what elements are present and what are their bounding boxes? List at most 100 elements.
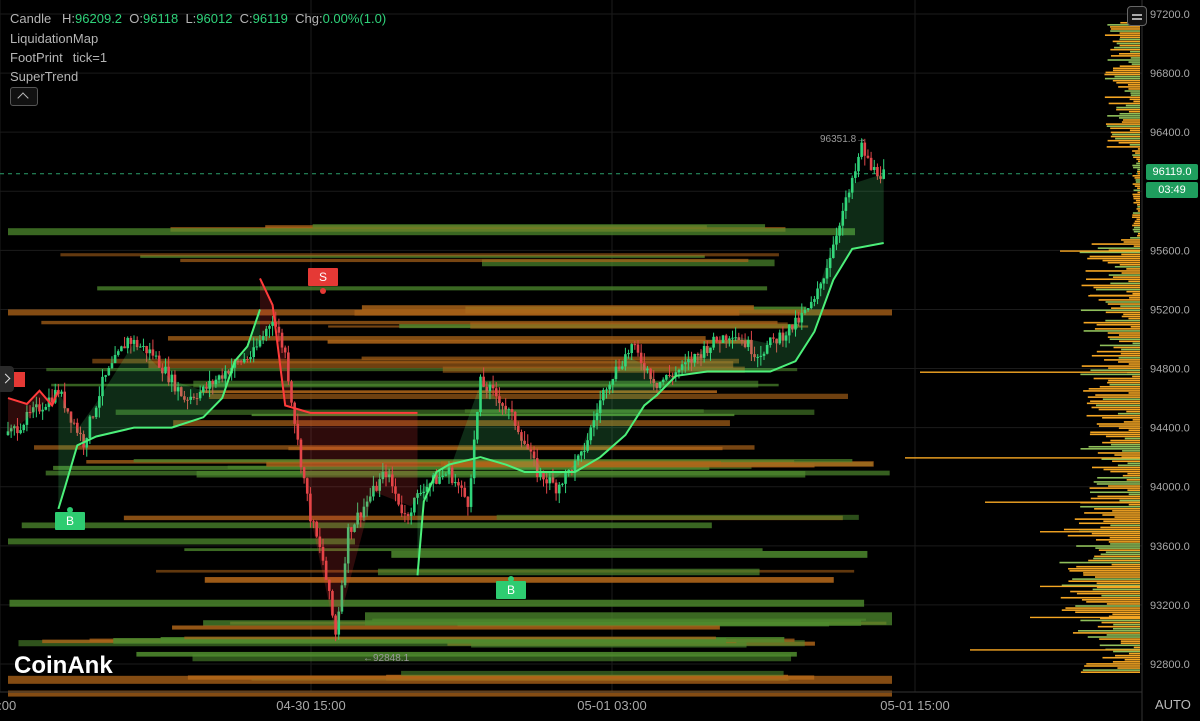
axis-settings-button[interactable] <box>1127 6 1147 26</box>
profile-bar <box>1114 516 1140 518</box>
profile-bar <box>1110 470 1140 473</box>
profile-bar <box>1123 241 1140 243</box>
profile-bar <box>1105 311 1140 314</box>
profile-bar <box>1097 452 1140 454</box>
liquidation-band <box>9 599 865 607</box>
profile-bar <box>1108 274 1140 276</box>
profile-bar <box>1119 263 1140 266</box>
profile-bar <box>1105 123 1140 125</box>
liquidation-band <box>391 550 868 558</box>
footprint-tick: tick=1 <box>72 50 108 65</box>
profile-bar <box>1095 404 1140 407</box>
profile-bar <box>1101 458 1140 460</box>
indicator-footprint[interactable]: FootPrint tick=1 <box>10 50 107 65</box>
profile-bar <box>1097 495 1140 498</box>
profile-bar <box>1121 315 1140 318</box>
profile-bar <box>1068 567 1140 570</box>
profile-bar <box>1086 601 1140 603</box>
legend-low-label: L: <box>185 11 197 26</box>
profile-bar <box>1119 32 1140 34</box>
candle-body <box>139 346 142 348</box>
profile-bar <box>1090 400 1140 403</box>
liquidation-band <box>377 568 760 576</box>
profile-bar <box>1110 131 1140 134</box>
price-tick-label: 93200.0 <box>1150 600 1190 612</box>
sell-signal-label: S <box>319 270 327 284</box>
profile-bar <box>1111 563 1140 566</box>
liquidation-band <box>361 305 754 311</box>
profile-bar <box>1080 373 1140 376</box>
profile-bar <box>1087 257 1140 260</box>
low-annotation: ←92848.1 <box>363 653 410 664</box>
profile-bar <box>1108 541 1140 543</box>
profile-bar <box>1102 441 1140 444</box>
candle-body <box>460 485 463 488</box>
profile-bar <box>1113 623 1140 626</box>
profile-bar <box>1121 121 1140 123</box>
profile-bar <box>1113 346 1140 349</box>
profile-bar <box>1132 193 1140 196</box>
price-tick-label: 94000.0 <box>1150 482 1190 494</box>
candle-body <box>113 354 117 364</box>
profile-bar <box>1093 481 1140 483</box>
profile-bar <box>1132 342 1140 345</box>
profile-bar <box>1133 222 1140 225</box>
indicator-liquidation-map[interactable]: LiquidationMap <box>10 31 98 46</box>
profile-bar <box>1137 232 1140 235</box>
profile-bar <box>1113 627 1140 630</box>
profile-bar <box>1075 611 1140 614</box>
profile-bar <box>1137 172 1140 175</box>
profile-bar <box>1105 319 1140 322</box>
candle-body <box>104 375 107 377</box>
profile-bar <box>1110 443 1140 446</box>
profile-bar <box>1093 377 1140 380</box>
profile-bar <box>1129 297 1140 299</box>
profile-bar <box>1128 493 1140 496</box>
liquidation-band <box>97 286 768 291</box>
profile-bar <box>1133 189 1140 192</box>
price-chart[interactable]: BSB 97200.096800.096400.096000.095600.09… <box>0 0 1200 721</box>
profile-bar <box>1104 96 1140 99</box>
profile-bar <box>1128 280 1140 283</box>
liquidation-band <box>401 670 784 677</box>
profile-bar <box>1119 340 1140 343</box>
candle-body <box>126 337 129 349</box>
profile-bar <box>1128 61 1140 63</box>
profile-bar <box>1136 203 1140 206</box>
profile-bar <box>1132 224 1140 227</box>
liquidation-band <box>8 690 892 697</box>
profile-bar <box>1132 154 1140 156</box>
profile-bar <box>1117 412 1140 415</box>
volume-profile <box>905 21 1140 673</box>
profile-bar <box>1122 474 1140 477</box>
profile-bar <box>1110 26 1140 28</box>
indicator-supertrend[interactable]: SuperTrend <box>10 69 78 84</box>
profile-bar <box>1088 559 1140 562</box>
candle-body <box>491 384 495 389</box>
profile-bar <box>1060 250 1140 252</box>
profile-bar <box>1137 210 1140 212</box>
profile-bar <box>1076 592 1140 595</box>
candle-body <box>154 355 158 357</box>
profile-bar <box>1110 282 1140 285</box>
scroll-left-button[interactable] <box>0 366 14 392</box>
profile-bar <box>1107 336 1140 338</box>
profile-bar <box>1114 46 1140 49</box>
profile-bar <box>1108 367 1140 369</box>
profile-bar <box>1096 423 1140 425</box>
profile-bar <box>1135 199 1140 202</box>
profile-bar <box>1095 394 1140 396</box>
profile-bar <box>1127 462 1140 465</box>
candle-body <box>148 349 152 354</box>
profile-bar <box>1107 139 1140 142</box>
profile-bar <box>1115 654 1140 657</box>
profile-bar <box>1090 369 1140 372</box>
profile-bar <box>1127 84 1140 86</box>
profile-bar <box>1137 160 1140 163</box>
auto-scale-button[interactable]: AUTO <box>1155 697 1191 712</box>
menu-icon <box>1132 14 1142 16</box>
profile-bar <box>1086 278 1140 281</box>
profile-bar <box>1129 129 1140 132</box>
profile-bar <box>1116 106 1140 109</box>
collapse-indicators-button[interactable] <box>10 87 38 106</box>
